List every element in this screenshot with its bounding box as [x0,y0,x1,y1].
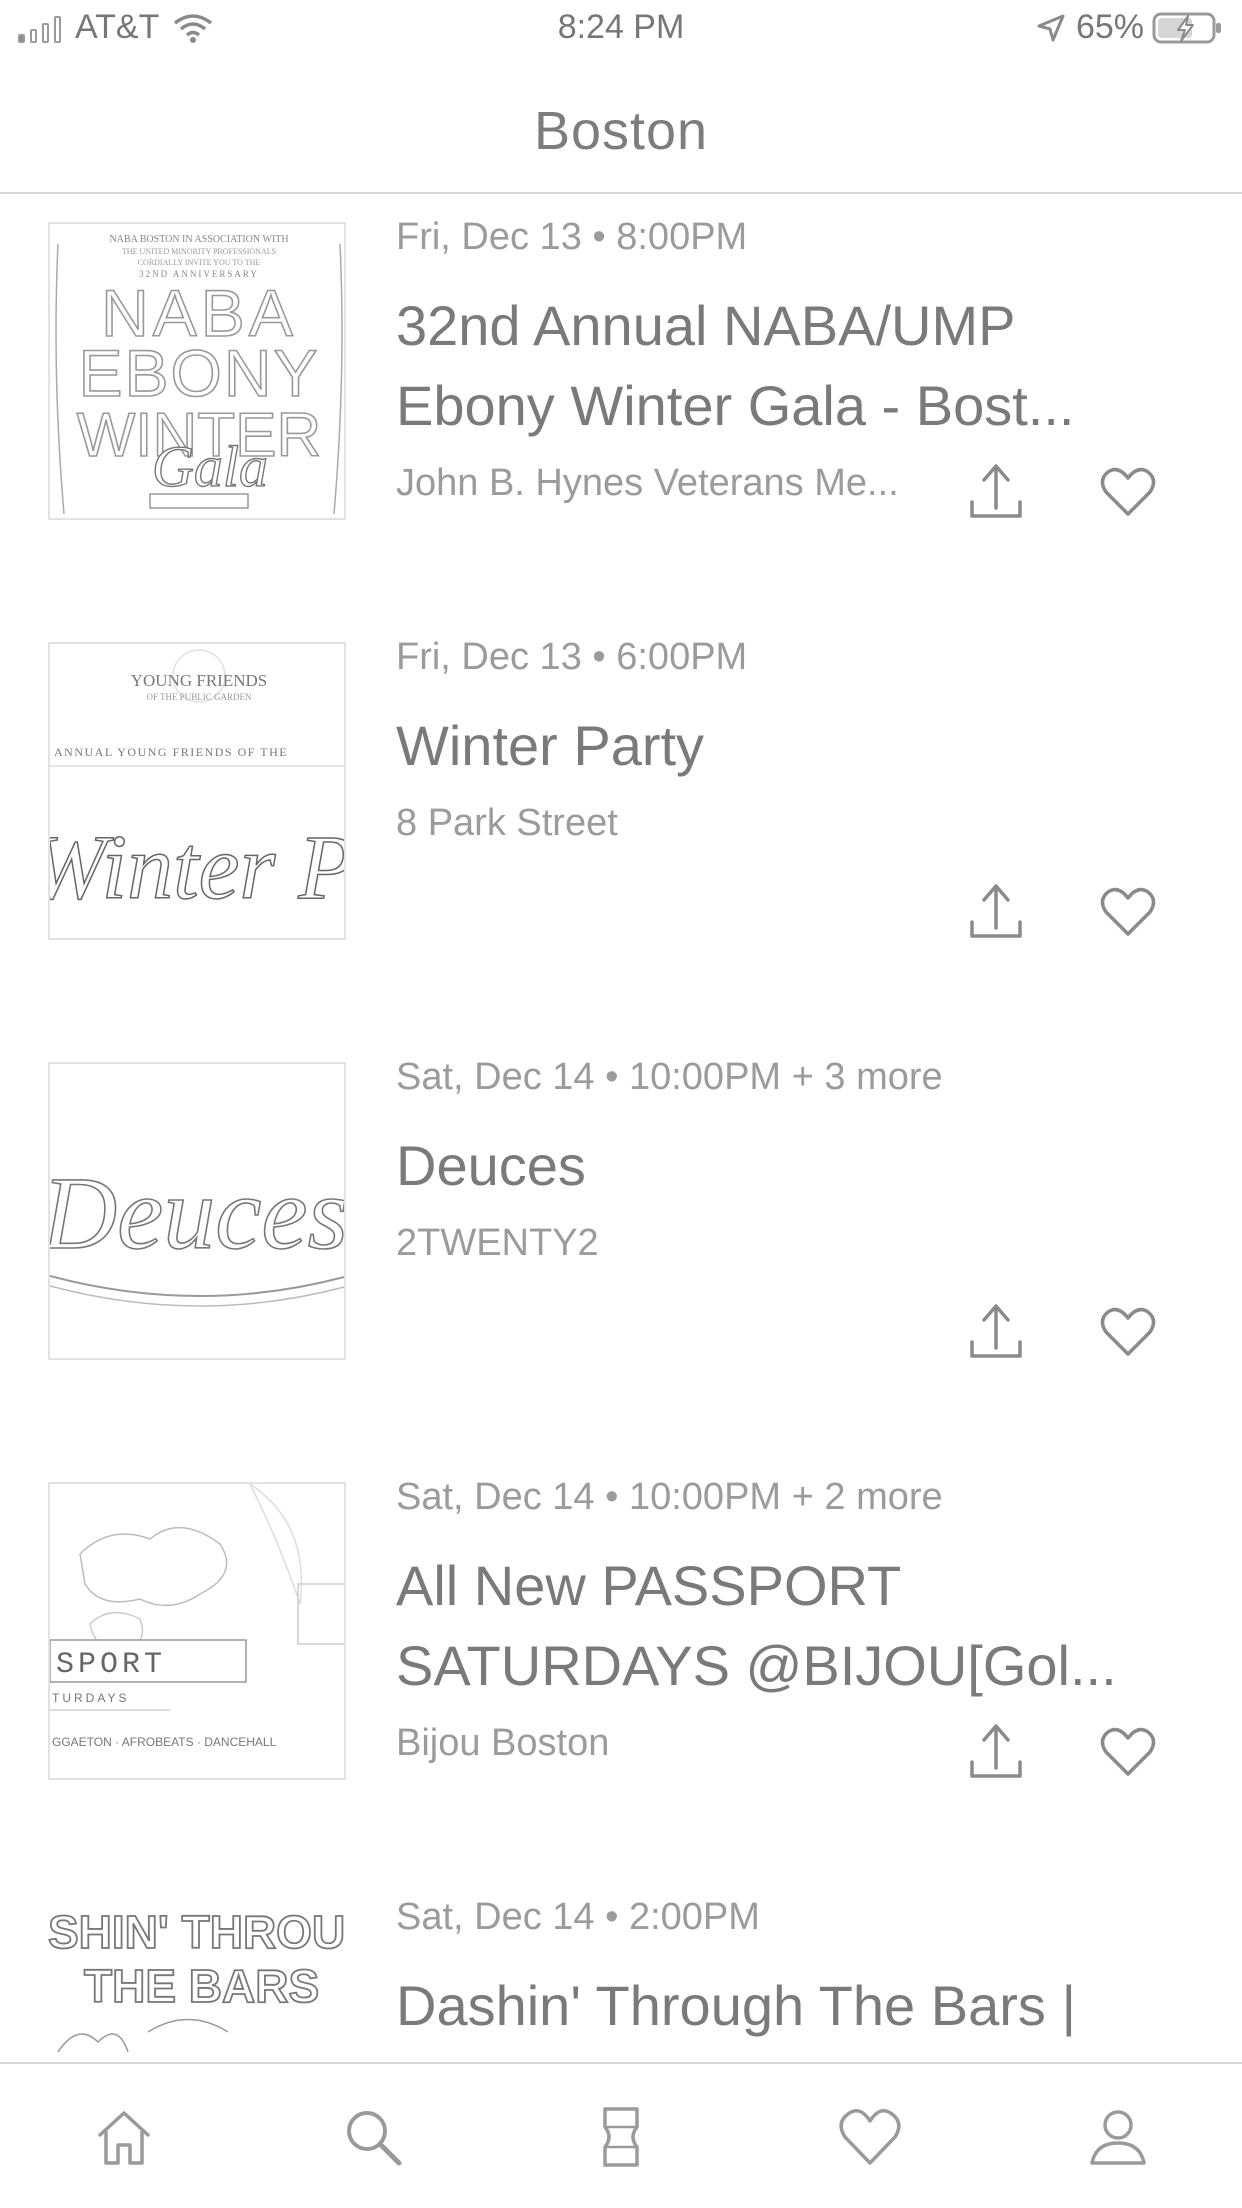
page-title: Boston [533,101,709,161]
battery-charging-icon [1152,12,1221,43]
svg-text:EBONY: EBONY [78,336,319,410]
event-thumbnail[interactable]: SPORT TURDAYS GGAETON · AFROBEATS · DANC… [48,1482,346,1780]
heart-icon[interactable] [1100,466,1156,518]
event-title[interactable]: Dashin' Through The Bars | [396,1966,1136,2046]
svg-text:Deuces: Deuces [50,1156,346,1271]
svg-text:SPORT: SPORT [56,1648,166,1682]
event-card[interactable]: SHIN' THROU THE BARS Sat, Dec 14 • 2:00P… [0,1876,1242,2062]
tab-home[interactable] [64,2064,184,2208]
event-thumbnail[interactable]: YOUNG FRIENDS OF THE PUBLIC GARDEN ANNUA… [48,642,346,940]
home-icon [98,2111,150,2165]
svg-text:Winter Pa: Winter Pa [50,816,346,918]
event-title[interactable]: All New PASSPORT SATURDAYS @BIJOU[Gol... [396,1546,1136,1706]
event-venue: 8 Park Street [396,802,618,844]
event-list[interactable]: NABA BOSTON IN ASSOCIATION WITH THE UNIT… [0,196,1242,2062]
svg-text:TURDAYS: TURDAYS [52,1691,129,1705]
search-icon [347,2111,402,2166]
deuces-logo-icon: Deuces [50,1155,346,1307]
event-card[interactable]: SPORT TURDAYS GGAETON · AFROBEATS · DANC… [0,1456,1242,1876]
event-date: Fri, Dec 13 • 8:00PM [396,216,748,258]
svg-text:OF THE PUBLIC GARDEN: OF THE PUBLIC GARDEN [146,692,252,702]
share-icon[interactable] [966,878,1026,942]
navigation-header: Boston [0,62,1242,194]
profile-icon [1090,2110,1146,2165]
status-right: 65% [1036,8,1224,47]
svg-text:ANNUAL YOUNG FRIENDS OF THE: ANNUAL YOUNG FRIENDS OF THE [54,745,288,759]
event-title[interactable]: 32nd Annual NABA/UMP Ebony Winter Gala -… [396,286,1136,446]
battery-percent: 65% [1075,8,1144,46]
svg-text:GGAETON · AFROBEATS · DANCEHAL: GGAETON · AFROBEATS · DANCEHALL [52,1735,277,1749]
event-date: Sat, Dec 14 • 10:00PM + 2 more [396,1476,943,1518]
heart-icon[interactable] [1100,1306,1156,1358]
event-thumbnail[interactable]: SHIN' THROU THE BARS [48,1902,346,2062]
winter-party-poster-icon: YOUNG FRIENDS OF THE PUBLIC GARDEN ANNUA… [50,649,346,919]
tab-profile[interactable] [1058,2064,1178,2208]
heart-icon[interactable] [1100,1726,1156,1778]
event-thumbnail[interactable]: NABA BOSTON IN ASSOCIATION WITH THE UNIT… [48,222,346,520]
event-thumbnail[interactable]: Deuces [48,1062,346,1360]
event-venue: John B. Hynes Veterans Me... [396,462,899,504]
svg-text:THE BARS: THE BARS [84,1960,319,2012]
event-date: Sat, Dec 14 • 10:00PM + 3 more [396,1056,943,1098]
svg-text:Gala: Gala [152,434,268,499]
event-card[interactable]: YOUNG FRIENDS OF THE PUBLIC GARDEN ANNUA… [0,616,1242,1036]
svg-text:NABA BOSTON IN ASSOCIATION WIT: NABA BOSTON IN ASSOCIATION WITH [109,234,288,245]
tab-tickets[interactable] [561,2064,681,2208]
event-card[interactable]: Deuces Sat, Dec 14 • 10:00PM + 3 more De… [0,1036,1242,1456]
svg-text:CORDIALLY INVITE YOU TO THE: CORDIALLY INVITE YOU TO THE [138,258,261,267]
event-title[interactable]: Deuces [396,1126,1136,1206]
event-venue: 2TWENTY2 [396,1222,599,1264]
share-icon[interactable] [966,458,1026,522]
svg-text:SHIN' THROU: SHIN' THROU [48,1906,345,1958]
event-venue: Bijou Boston [396,1722,610,1764]
screen: AT&T 8:24 PM 65% Boston NABA BOSTON IN A… [0,0,1242,2208]
location-arrow-icon [1037,14,1065,41]
passport-saturdays-poster-icon: SPORT TURDAYS GGAETON · AFROBEATS · DANC… [50,1484,344,1749]
tab-bar [0,2062,1242,2208]
svg-text:YOUNG FRIENDS: YOUNG FRIENDS [131,671,267,690]
naba-gala-poster-icon: NABA BOSTON IN ASSOCIATION WITH THE UNIT… [55,234,343,515]
svg-text:THE UNITED MINORITY PROFESSION: THE UNITED MINORITY PROFESSIONALS [122,247,276,256]
event-card[interactable]: NABA BOSTON IN ASSOCIATION WITH THE UNIT… [0,196,1242,616]
tab-search[interactable] [313,2064,433,2208]
tab-likes[interactable] [810,2064,930,2208]
dashin-through-bars-poster-icon: SHIN' THROU THE BARS [48,1905,346,2053]
ticket-icon [603,2107,639,2167]
event-date: Fri, Dec 13 • 6:00PM [396,636,748,678]
event-title[interactable]: Winter Party [396,706,1136,786]
share-icon[interactable] [966,1298,1026,1362]
heart-icon[interactable] [1100,886,1156,938]
status-bar: AT&T 8:24 PM 65% [0,0,1242,62]
heart-icon [839,2109,901,2165]
share-icon[interactable] [966,1718,1026,1782]
event-date: Sat, Dec 14 • 2:00PM [396,1896,760,1938]
